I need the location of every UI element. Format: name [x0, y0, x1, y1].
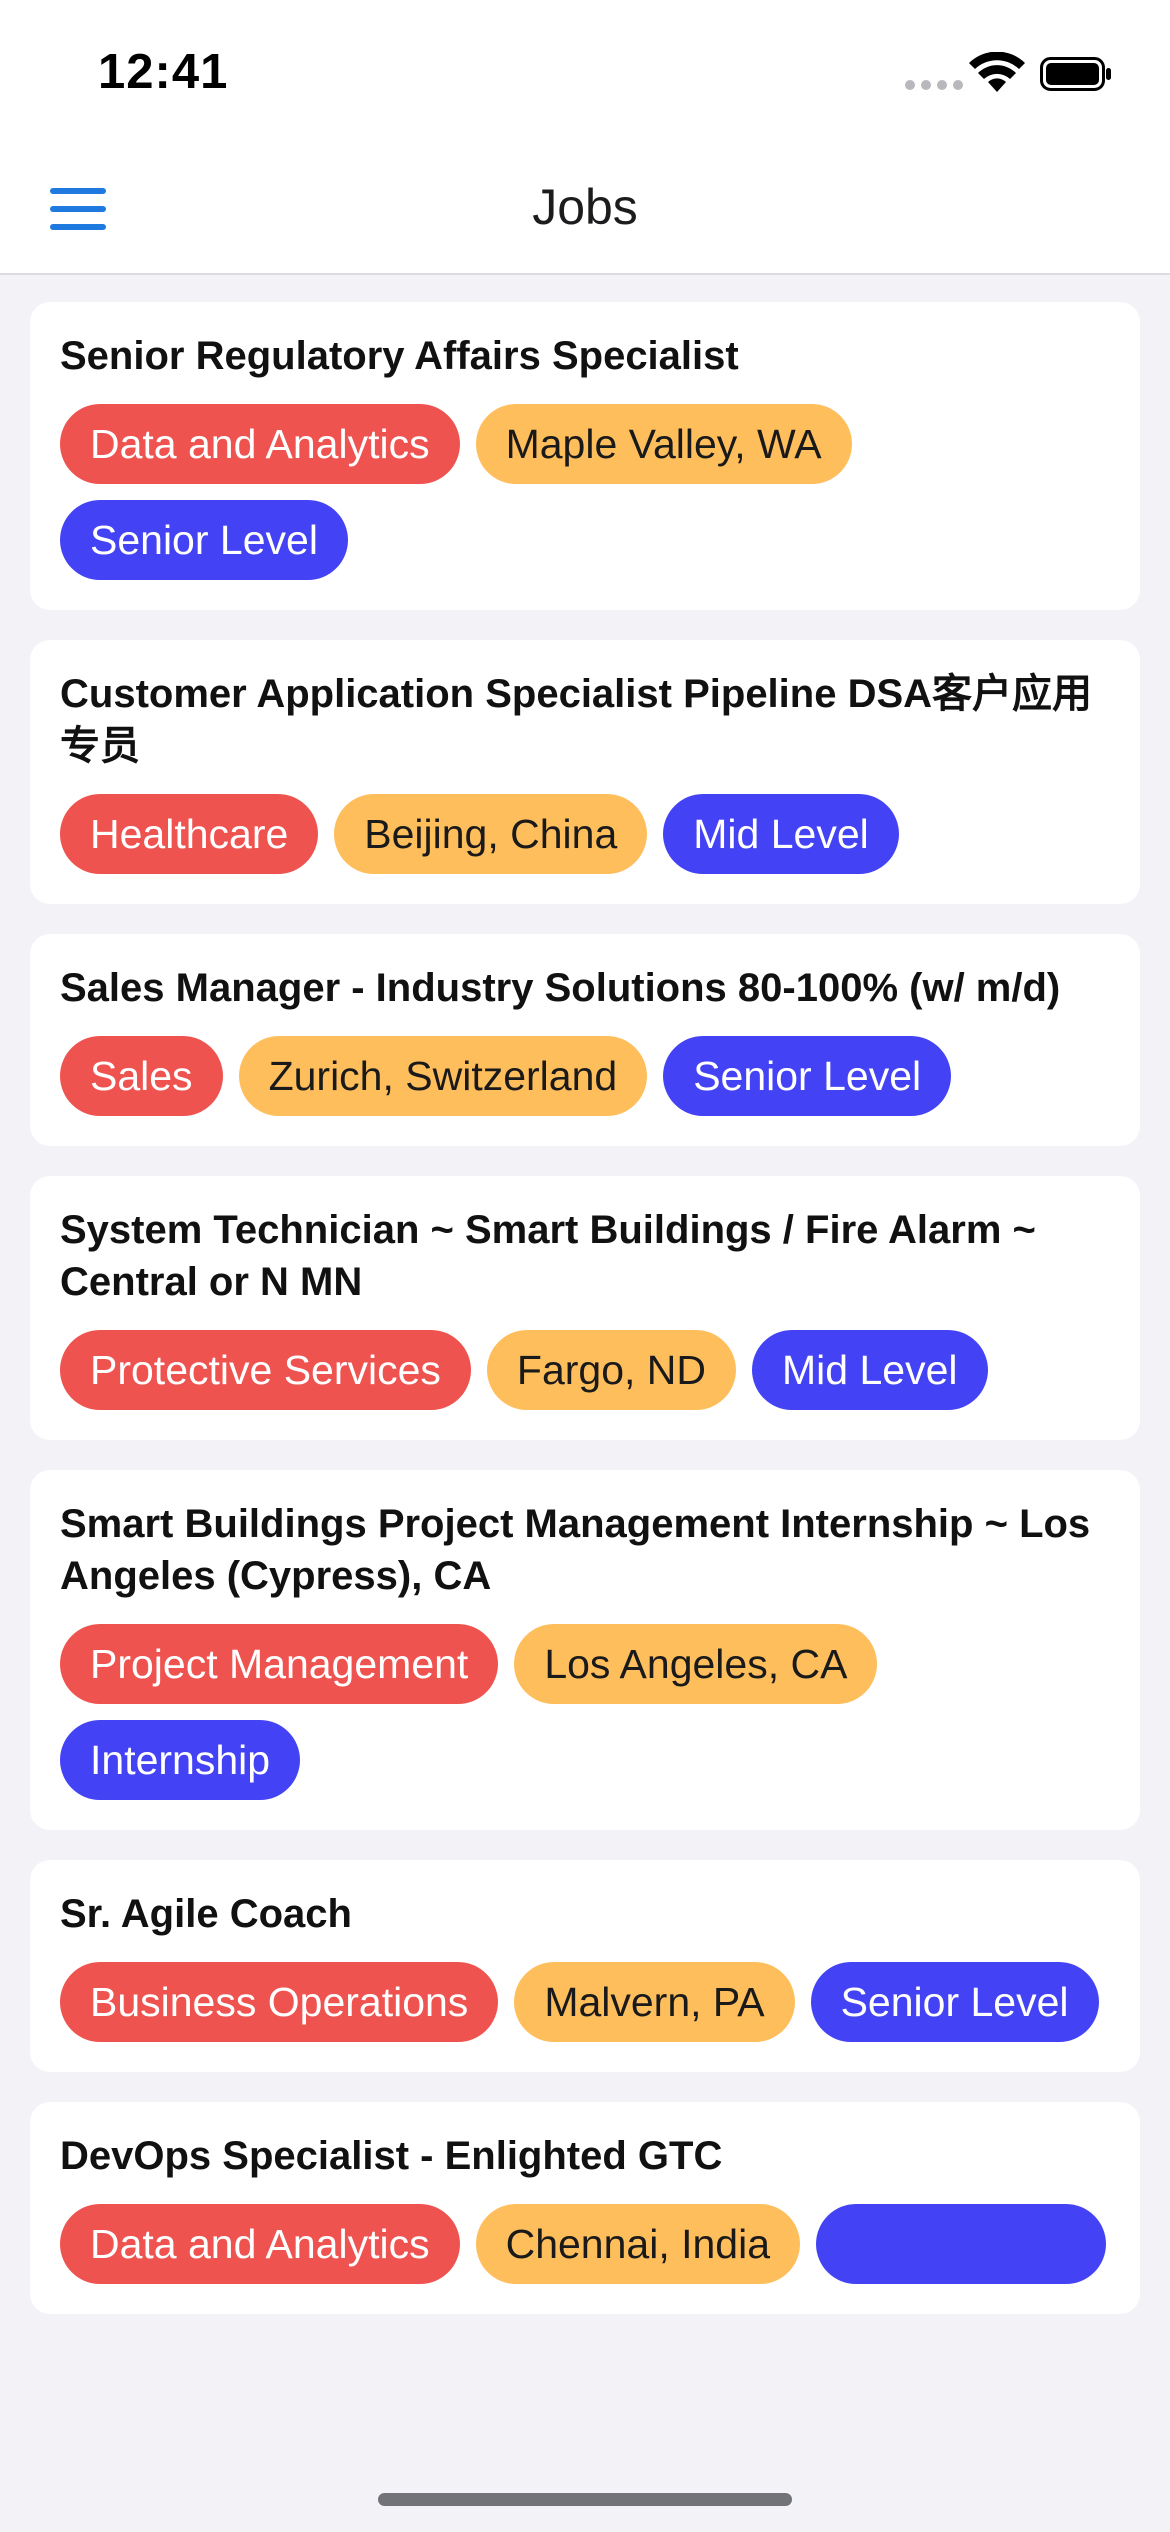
job-card[interactable]: System Technician ~ Smart Buildings / Fi…: [30, 1176, 1140, 1440]
level-tag: Senior Level: [663, 1036, 952, 1116]
job-tags: Business Operations Malvern, PA Senior L…: [60, 1962, 1110, 2042]
location-tag: Los Angeles, CA: [514, 1624, 878, 1704]
job-title: Sr. Agile Coach: [60, 1892, 352, 1936]
level-tag: Senior Level: [810, 1962, 1099, 2042]
location-tag: Beijing, China: [334, 794, 648, 874]
home-indicator[interactable]: [378, 2493, 792, 2506]
job-tags: Data and Analytics Maple Valley, WA Seni…: [60, 404, 1110, 580]
job-tags: Sales Zurich, Switzerland Senior Level: [60, 1036, 1110, 1116]
job-title: System Technician ~ Smart Buildings / Fi…: [60, 1208, 1036, 1304]
job-card[interactable]: Senior Regulatory Affairs Specialist Dat…: [30, 302, 1140, 610]
navigation-bar: Jobs: [0, 140, 1170, 275]
job-card[interactable]: Smart Buildings Project Management Inter…: [30, 1470, 1140, 1830]
job-list: Senior Regulatory Affairs Specialist Dat…: [30, 302, 1140, 2344]
jobs-screen: 12:41 Jobs Senior Regulatory Affairs Spe…: [0, 0, 1170, 2532]
job-title: Sales Manager - Industry Solutions 80-10…: [60, 966, 1061, 1010]
category-tag: Protective Services: [60, 1330, 471, 1410]
level-tag: Senior Level: [60, 500, 348, 580]
level-tag: Mid Level: [663, 794, 899, 874]
job-tags: Project Management Los Angeles, CA Inter…: [60, 1624, 1110, 1800]
category-tag: Project Management: [60, 1624, 499, 1704]
location-tag: Zurich, Switzerland: [238, 1036, 648, 1116]
level-tag: [816, 2204, 1107, 2284]
category-tag: Business Operations: [60, 1962, 499, 2042]
job-title: DevOps Specialist - Enlighted GTC: [60, 2134, 723, 2178]
location-tag: Malvern, PA: [514, 1962, 795, 2042]
location-tag: Fargo, ND: [486, 1330, 737, 1410]
location-tag: Chennai, India: [475, 2204, 801, 2284]
location-tag: Maple Valley, WA: [475, 404, 852, 484]
level-tag: Internship: [60, 1720, 301, 1800]
job-card[interactable]: Customer Application Specialist Pipeline…: [30, 640, 1140, 904]
job-tags: Protective Services Fargo, ND Mid Level: [60, 1330, 1110, 1410]
cellular-signal-icon: [905, 80, 963, 90]
hamburger-menu-icon[interactable]: [50, 188, 106, 230]
job-title: Smart Buildings Project Management Inter…: [60, 1502, 1091, 1598]
battery-icon: [1040, 57, 1111, 91]
job-card[interactable]: Sales Manager - Industry Solutions 80-10…: [30, 934, 1140, 1146]
job-card[interactable]: Sr. Agile Coach Business Operations Malv…: [30, 1860, 1140, 2072]
job-title: Customer Application Specialist Pipeline…: [60, 672, 1093, 768]
category-tag: Healthcare: [60, 794, 319, 874]
job-title: Senior Regulatory Affairs Specialist: [60, 334, 739, 378]
job-tags: Data and Analytics Chennai, India: [60, 2204, 1110, 2284]
level-tag: Mid Level: [752, 1330, 988, 1410]
category-tag: Data and Analytics: [60, 404, 460, 484]
category-tag: Sales: [60, 1036, 223, 1116]
wifi-icon: [969, 52, 1025, 92]
status-bar: 12:41: [0, 0, 1170, 140]
job-card[interactable]: DevOps Specialist - Enlighted GTC Data a…: [30, 2102, 1140, 2314]
job-tags: Healthcare Beijing, China Mid Level: [60, 794, 1110, 874]
page-title: Jobs: [532, 179, 638, 235]
status-time: 12:41: [98, 45, 229, 99]
category-tag: Data and Analytics: [60, 2204, 460, 2284]
